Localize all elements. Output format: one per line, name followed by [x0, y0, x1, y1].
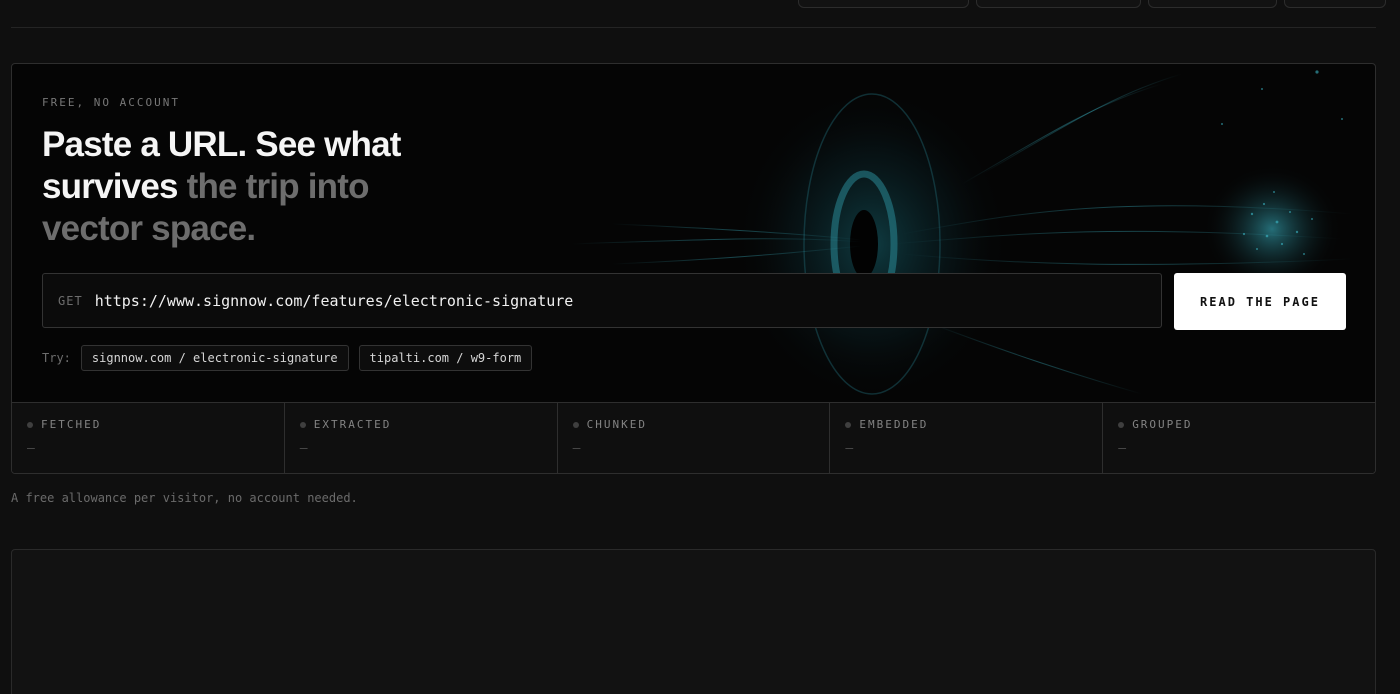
hero-eyebrow: FREE, NO ACCOUNT	[42, 96, 180, 109]
url-input-box: GET	[42, 273, 1162, 328]
stage-label: GROUPED	[1132, 418, 1193, 431]
top-nav-tab-1[interactable]	[798, 0, 969, 8]
top-nav-tab-4[interactable]	[1284, 0, 1386, 8]
stage-chunked: CHUNKED —	[558, 403, 831, 473]
stage-embedded: EMBEDDED —	[830, 403, 1104, 473]
stage-value: —	[299, 441, 308, 456]
example-chip-tipalti[interactable]: tipalti.com / w9-form	[358, 345, 533, 371]
stage-value: —	[845, 441, 854, 456]
read-the-page-button[interactable]: READ THE PAGE	[1174, 273, 1346, 330]
stage-value: —	[572, 441, 581, 456]
hero-panel: FREE, NO ACCOUNT Paste a URL. See what s…	[11, 63, 1376, 474]
results-panel	[11, 549, 1376, 694]
stage-label: EMBEDDED	[859, 418, 929, 431]
status-dot-icon	[27, 421, 33, 428]
example-urls-row: Try: signnow.com / electronic-signature …	[42, 345, 542, 371]
stage-label: CHUNKED	[586, 418, 647, 431]
status-dot-icon	[845, 421, 852, 428]
stage-value: —	[1118, 441, 1127, 456]
hero-headline: Paste a URL. See what survives the trip …	[42, 124, 462, 250]
stage-value: —	[27, 441, 35, 456]
example-chip-signnow[interactable]: signnow.com / electronic-signature	[80, 345, 349, 371]
stage-fetched: FETCHED —	[12, 403, 285, 473]
top-divider	[11, 27, 1376, 28]
top-nav-tab-3[interactable]	[1148, 0, 1277, 8]
try-label: Try:	[42, 351, 71, 365]
allowance-note: A free allowance per visitor, no account…	[11, 491, 358, 505]
stage-label: FETCHED	[41, 418, 102, 431]
stage-label: EXTRACTED	[313, 418, 392, 431]
status-dot-icon	[572, 421, 579, 428]
stage-grouped: GROUPED —	[1103, 403, 1375, 473]
status-dot-icon	[299, 421, 306, 428]
pipeline-stages: FETCHED — EXTRACTED — CHUNKED — EMBEDDED…	[12, 402, 1375, 473]
http-method-label: GET	[58, 293, 83, 308]
top-nav-tab-2[interactable]	[976, 0, 1141, 8]
status-dot-icon	[1118, 421, 1125, 428]
stage-extracted: EXTRACTED —	[285, 403, 558, 473]
url-input[interactable]	[94, 285, 1161, 316]
